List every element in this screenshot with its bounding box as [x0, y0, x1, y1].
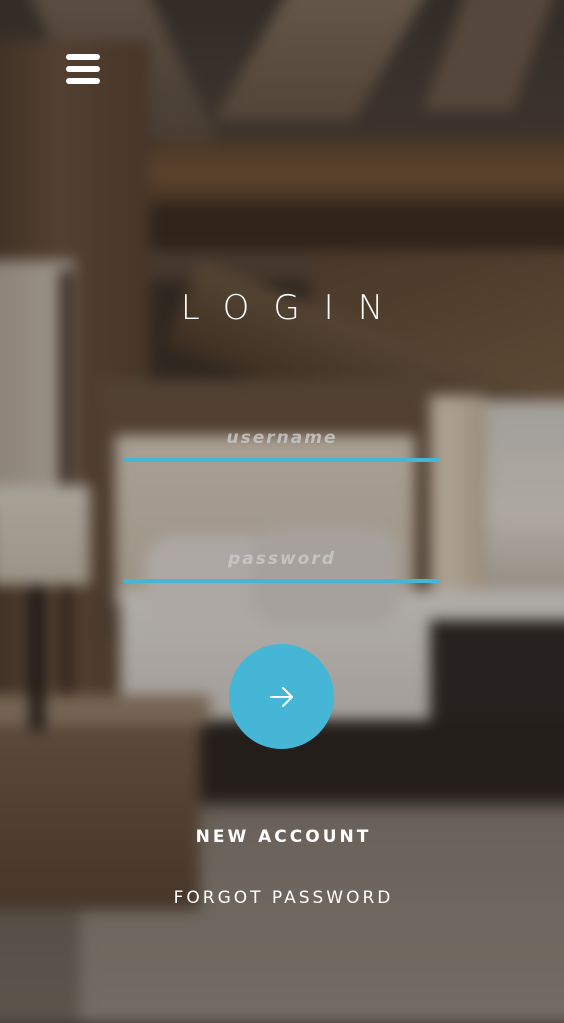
hamburger-menu-icon[interactable]	[66, 54, 100, 84]
forgot-password-link[interactable]: FORGOT PASSWORD	[0, 886, 564, 910]
username-field-container	[124, 418, 440, 462]
password-field-container	[124, 539, 440, 583]
arrow-right-icon	[269, 686, 293, 707]
login-submit-button[interactable]	[229, 644, 334, 749]
login-title: LOGIN	[180, 288, 408, 328]
password-input[interactable]	[124, 539, 440, 579]
new-account-link[interactable]: NEW ACCOUNT	[0, 825, 564, 849]
background-image	[0, 0, 564, 1023]
username-input[interactable]	[124, 418, 440, 458]
